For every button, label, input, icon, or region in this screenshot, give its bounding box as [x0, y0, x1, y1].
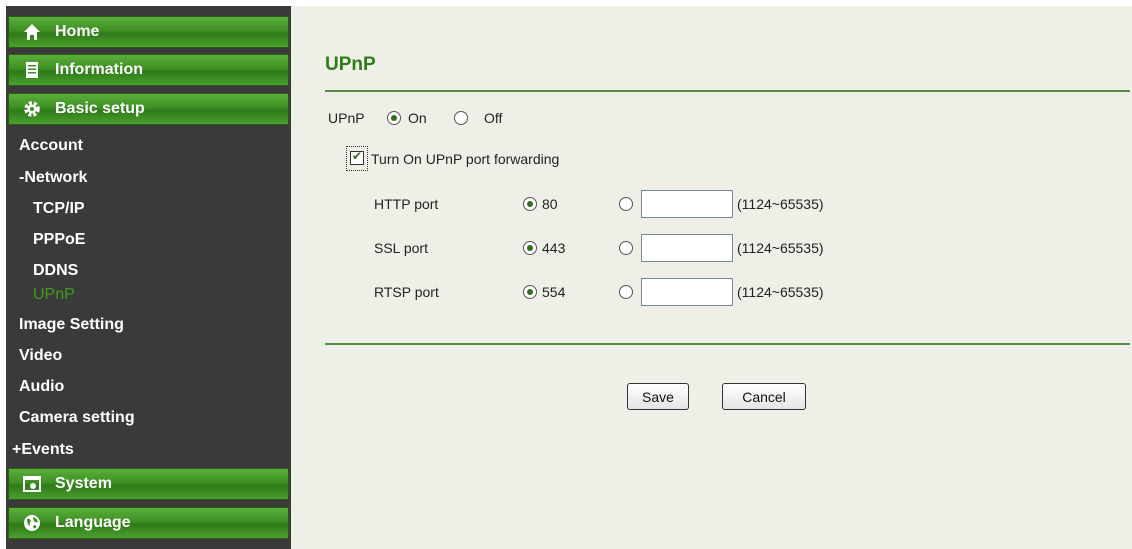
upnp-on-label: On	[408, 110, 427, 126]
gear-icon	[23, 100, 41, 118]
http-port-label: HTTP port	[374, 196, 439, 212]
menu-home-label: Home	[55, 23, 100, 40]
title-divider	[325, 90, 1130, 92]
ssl-port-custom-radio[interactable]	[619, 241, 633, 255]
sidebar-item-video[interactable]: Video	[19, 347, 62, 365]
http-port-default-value: 80	[542, 196, 558, 212]
sidebar-item-audio[interactable]: Audio	[19, 378, 64, 396]
sidebar-item-camera-setting[interactable]: Camera setting	[19, 409, 135, 427]
ssl-port-input[interactable]	[641, 234, 733, 262]
upnp-label: UPnP	[328, 110, 365, 126]
sidebar-item-account[interactable]: Account	[19, 137, 83, 155]
menu-language-label: Language	[55, 514, 131, 531]
main-content: UPnP UPnP On Off Turn On UPnP port forwa…	[291, 6, 1132, 549]
page-title: UPnP	[325, 54, 376, 75]
cancel-button[interactable]: Cancel	[722, 383, 806, 410]
rtsp-port-custom-radio[interactable]	[619, 285, 633, 299]
rtsp-port-range: (1124~65535)	[737, 284, 824, 300]
menu-system-label: System	[55, 475, 112, 492]
upnp-on-radio[interactable]	[387, 111, 401, 125]
http-port-custom-radio[interactable]	[619, 197, 633, 211]
rtsp-port-input[interactable]	[641, 278, 733, 306]
sidebar-item-pppoe[interactable]: PPPoE	[33, 231, 85, 249]
rtsp-port-default-radio[interactable]	[523, 285, 537, 299]
menu-language-button[interactable]: Language	[8, 507, 289, 539]
bottom-divider	[325, 343, 1130, 345]
sidebar-item-ddns[interactable]: DDNS	[33, 262, 78, 280]
home-icon	[23, 23, 41, 41]
sidebar-item-image-setting[interactable]: Image Setting	[19, 316, 124, 334]
port-forwarding-label: Turn On UPnP port forwarding	[371, 151, 560, 167]
sidebar: Home Information Basic setup Account -Ne…	[6, 6, 291, 549]
sidebar-item-tcpip[interactable]: TCP/IP	[33, 200, 85, 218]
http-port-default-radio[interactable]	[523, 197, 537, 211]
sidebar-item-events[interactable]: +Events	[12, 441, 74, 459]
upnp-off-label: Off	[484, 110, 503, 126]
ssl-port-range: (1124~65535)	[737, 240, 824, 256]
menu-basic-setup-button[interactable]: Basic setup	[8, 93, 289, 125]
rtsp-port-default-value: 554	[542, 284, 566, 300]
menu-system-button[interactable]: System	[8, 468, 289, 500]
menu-home-button[interactable]: Home	[8, 16, 289, 48]
save-button[interactable]: Save	[627, 383, 689, 410]
sidebar-item-upnp[interactable]: UPnP	[33, 286, 75, 304]
upnp-off-radio[interactable]	[454, 111, 468, 125]
menu-information-button[interactable]: Information	[8, 54, 289, 86]
http-port-input[interactable]	[641, 190, 733, 218]
http-port-range: (1124~65535)	[737, 196, 824, 212]
menu-basic-setup-label: Basic setup	[55, 100, 145, 117]
rtsp-port-label: RTSP port	[374, 284, 439, 300]
ssl-port-label: SSL port	[374, 240, 428, 256]
globe-icon	[23, 514, 41, 532]
menu-information-label: Information	[55, 61, 143, 78]
document-icon	[23, 61, 41, 79]
port-forwarding-checkbox[interactable]	[350, 149, 364, 165]
sidebar-item-network[interactable]: -Network	[19, 169, 87, 187]
window-icon	[23, 475, 41, 493]
ssl-port-default-radio[interactable]	[523, 241, 537, 255]
ssl-port-default-value: 443	[542, 240, 566, 256]
